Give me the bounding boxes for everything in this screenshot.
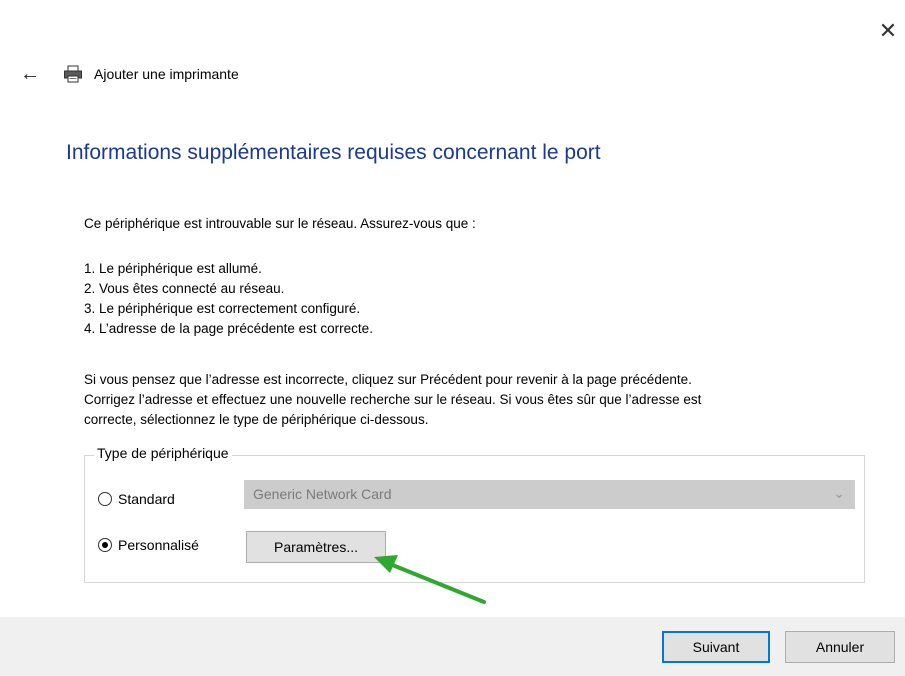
checklist-item: 2. Vous êtes connecté au réseau. bbox=[84, 281, 285, 296]
cancel-button[interactable]: Annuler bbox=[785, 631, 895, 663]
checklist: 1. Le périphérique est allumé. 2. Vous ê… bbox=[84, 259, 373, 339]
checklist-item: 3. Le périphérique est correctement conf… bbox=[84, 301, 361, 316]
instruction-paragraph: Si vous pensez que l’adresse est incorre… bbox=[84, 370, 701, 430]
checklist-item: 4. L’adresse de la page précédente est c… bbox=[84, 321, 373, 336]
intro-text: Ce périphérique est introuvable sur le r… bbox=[84, 216, 476, 231]
standard-radio[interactable] bbox=[98, 492, 112, 506]
checklist-item: 1. Le périphérique est allumé. bbox=[84, 261, 262, 276]
close-icon[interactable]: ✕ bbox=[877, 20, 899, 42]
standard-radio-label[interactable]: Standard bbox=[118, 491, 175, 507]
chevron-down-icon: ⌄ bbox=[833, 485, 845, 501]
standard-device-value: Generic Network Card bbox=[253, 486, 392, 502]
custom-radio[interactable] bbox=[98, 538, 112, 552]
annotation-arrow-icon bbox=[374, 555, 486, 604]
paragraph-line: correcte, sélectionnez le type de périph… bbox=[84, 412, 429, 427]
page-heading: Informations supplémentaires requises co… bbox=[66, 141, 601, 164]
back-arrow-icon[interactable]: ← bbox=[20, 62, 44, 86]
device-type-legend: Type de périphérique bbox=[94, 445, 232, 461]
paragraph-line: Si vous pensez que l’adresse est incorre… bbox=[84, 372, 692, 387]
standard-device-select: Generic Network Card ⌄ bbox=[244, 480, 855, 509]
custom-radio-label[interactable]: Personnalisé bbox=[118, 537, 199, 553]
next-button[interactable]: Suivant bbox=[662, 631, 770, 663]
window-title: Ajouter une imprimante bbox=[94, 66, 239, 82]
printer-icon bbox=[64, 65, 82, 83]
paragraph-line: Corrigez l’adresse et effectuez une nouv… bbox=[84, 392, 702, 407]
